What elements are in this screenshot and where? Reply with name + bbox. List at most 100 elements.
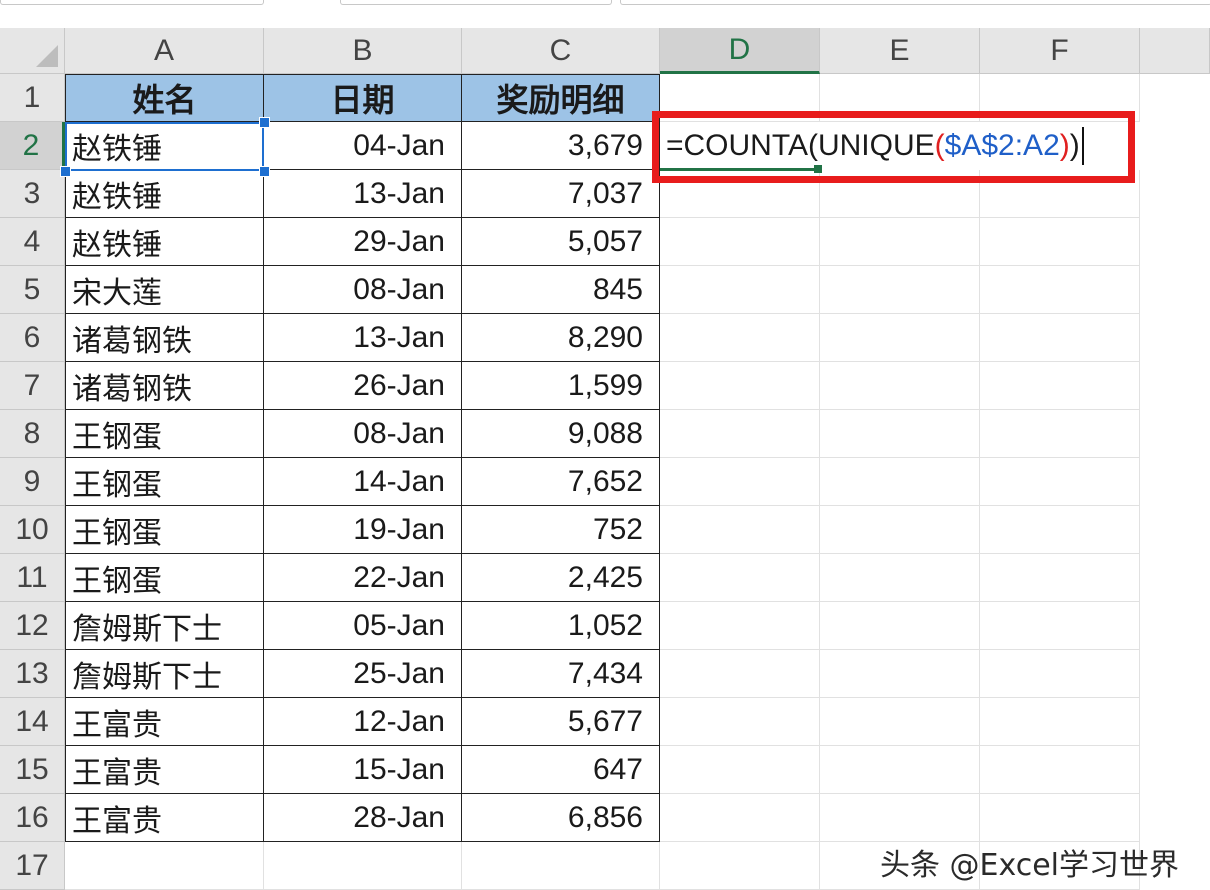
empty-cell[interactable] bbox=[980, 698, 1140, 746]
row-header-2[interactable]: 2 bbox=[0, 122, 65, 170]
row-header-11[interactable]: 11 bbox=[0, 554, 65, 602]
row-header-7[interactable]: 7 bbox=[0, 362, 65, 410]
date-cell[interactable]: 05-Jan bbox=[264, 602, 462, 650]
amount-cell[interactable]: 7,652 bbox=[462, 458, 660, 506]
name-cell[interactable]: 王钢蛋 bbox=[65, 554, 264, 602]
empty-cell[interactable] bbox=[660, 554, 820, 602]
date-cell[interactable]: 15-Jan bbox=[264, 746, 462, 794]
column-header-b[interactable]: B bbox=[264, 28, 462, 74]
column-header-e[interactable]: E bbox=[820, 28, 980, 74]
empty-cell[interactable] bbox=[660, 842, 820, 890]
selection-handle[interactable] bbox=[60, 166, 71, 177]
date-cell[interactable]: 26-Jan bbox=[264, 362, 462, 410]
row-header-5[interactable]: 5 bbox=[0, 266, 65, 314]
empty-cell[interactable] bbox=[980, 746, 1140, 794]
empty-cell[interactable] bbox=[660, 410, 820, 458]
empty-cell[interactable] bbox=[980, 794, 1140, 842]
row-header-1[interactable]: 1 bbox=[0, 74, 65, 122]
amount-cell[interactable]: 2,425 bbox=[462, 554, 660, 602]
name-cell[interactable]: 赵铁锤 bbox=[65, 218, 264, 266]
name-cell[interactable]: 诸葛钢铁 bbox=[65, 314, 264, 362]
empty-cell[interactable] bbox=[660, 266, 820, 314]
amount-cell[interactable]: 6,856 bbox=[462, 794, 660, 842]
name-cell[interactable]: 宋大莲 bbox=[65, 266, 264, 314]
empty-cell[interactable] bbox=[980, 602, 1140, 650]
column-header-a[interactable]: A bbox=[65, 28, 264, 74]
empty-cell[interactable] bbox=[264, 842, 462, 890]
row-header-4[interactable]: 4 bbox=[0, 218, 65, 266]
date-cell[interactable]: 25-Jan bbox=[264, 650, 462, 698]
empty-cell[interactable] bbox=[980, 314, 1140, 362]
empty-cell[interactable] bbox=[65, 842, 264, 890]
empty-cell[interactable] bbox=[820, 362, 980, 410]
amount-cell[interactable]: 1,599 bbox=[462, 362, 660, 410]
row-header-13[interactable]: 13 bbox=[0, 650, 65, 698]
empty-cell[interactable] bbox=[980, 266, 1140, 314]
row-header-3[interactable]: 3 bbox=[0, 170, 65, 218]
column-header-c[interactable]: C bbox=[462, 28, 660, 74]
date-cell[interactable]: 12-Jan bbox=[264, 698, 462, 746]
empty-cell[interactable] bbox=[980, 362, 1140, 410]
date-cell[interactable]: 29-Jan bbox=[264, 218, 462, 266]
row-header-8[interactable]: 8 bbox=[0, 410, 65, 458]
amount-cell[interactable]: 3,679 bbox=[462, 122, 660, 170]
empty-cell[interactable] bbox=[980, 410, 1140, 458]
empty-cell[interactable] bbox=[660, 602, 820, 650]
name-cell[interactable]: 诸葛钢铁 bbox=[65, 362, 264, 410]
amount-cell[interactable]: 5,677 bbox=[462, 698, 660, 746]
date-cell[interactable]: 08-Jan bbox=[264, 410, 462, 458]
name-cell[interactable]: 王富贵 bbox=[65, 746, 264, 794]
date-cell[interactable]: 22-Jan bbox=[264, 554, 462, 602]
column-header-stub[interactable] bbox=[1140, 28, 1210, 74]
empty-cell[interactable] bbox=[820, 218, 980, 266]
table-header-cell[interactable]: 日期 bbox=[264, 74, 462, 122]
amount-cell[interactable]: 9,088 bbox=[462, 410, 660, 458]
empty-cell[interactable] bbox=[980, 554, 1140, 602]
empty-cell[interactable] bbox=[660, 794, 820, 842]
empty-cell[interactable] bbox=[980, 218, 1140, 266]
name-cell[interactable]: 赵铁锤 bbox=[65, 170, 264, 218]
empty-cell[interactable] bbox=[660, 314, 820, 362]
name-cell[interactable]: 王富贵 bbox=[65, 698, 264, 746]
empty-cell[interactable] bbox=[660, 362, 820, 410]
name-cell[interactable]: 詹姆斯下士 bbox=[65, 650, 264, 698]
amount-cell[interactable]: 647 bbox=[462, 746, 660, 794]
empty-cell[interactable] bbox=[820, 554, 980, 602]
empty-cell[interactable] bbox=[820, 794, 980, 842]
empty-cell[interactable] bbox=[820, 698, 980, 746]
amount-cell[interactable]: 1,052 bbox=[462, 602, 660, 650]
date-cell[interactable]: 08-Jan bbox=[264, 266, 462, 314]
spreadsheet-grid[interactable]: ABCDEF 1 2 3 4 5 6 7 8 9 10 11 12 13 14 15 16 17 姓名 日期 奖励明… bbox=[0, 28, 1210, 890]
row-header-10[interactable]: 10 bbox=[0, 506, 65, 554]
select-all-button[interactable] bbox=[0, 28, 65, 74]
name-cell[interactable]: 王钢蛋 bbox=[65, 410, 264, 458]
amount-cell[interactable]: 8,290 bbox=[462, 314, 660, 362]
row-header-14[interactable]: 14 bbox=[0, 698, 65, 746]
selection-handle[interactable] bbox=[259, 117, 270, 128]
name-cell[interactable]: 王富贵 bbox=[65, 794, 264, 842]
empty-cell[interactable] bbox=[660, 218, 820, 266]
empty-cell[interactable] bbox=[980, 650, 1140, 698]
empty-cell[interactable] bbox=[820, 458, 980, 506]
selection-handle[interactable] bbox=[259, 166, 270, 177]
amount-cell[interactable]: 752 bbox=[462, 506, 660, 554]
name-cell[interactable]: 赵铁锤 bbox=[65, 122, 264, 170]
date-cell[interactable]: 14-Jan bbox=[264, 458, 462, 506]
date-cell[interactable]: 19-Jan bbox=[264, 506, 462, 554]
empty-cell[interactable] bbox=[660, 698, 820, 746]
empty-cell[interactable] bbox=[820, 650, 980, 698]
empty-cell[interactable] bbox=[980, 458, 1140, 506]
column-header-d[interactable]: D bbox=[660, 28, 820, 74]
empty-cell[interactable] bbox=[820, 602, 980, 650]
empty-cell[interactable] bbox=[820, 506, 980, 554]
empty-cell[interactable] bbox=[660, 650, 820, 698]
row-header-15[interactable]: 15 bbox=[0, 746, 65, 794]
row-header-6[interactable]: 6 bbox=[0, 314, 65, 362]
date-cell[interactable]: 13-Jan bbox=[264, 314, 462, 362]
column-header-f[interactable]: F bbox=[980, 28, 1140, 74]
date-cell[interactable]: 04-Jan bbox=[264, 122, 462, 170]
row-header-9[interactable]: 9 bbox=[0, 458, 65, 506]
amount-cell[interactable]: 7,434 bbox=[462, 650, 660, 698]
row-header-17[interactable]: 17 bbox=[0, 842, 65, 890]
name-cell[interactable]: 王钢蛋 bbox=[65, 458, 264, 506]
